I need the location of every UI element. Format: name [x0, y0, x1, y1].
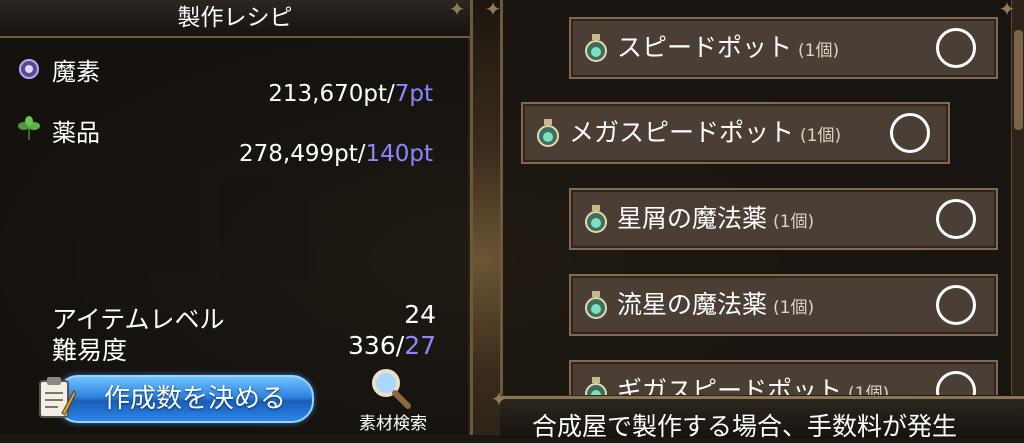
recipe-item[interactable]: ギガスピードポット (1個) — [569, 360, 998, 395]
corner-ornament-icon: ✦ — [448, 0, 466, 21]
message-bar: 合成屋で製作する場合、手数料が発生 — [500, 396, 1024, 441]
item-level-value: 24 — [404, 300, 436, 329]
recipe-name-text: スピードポット — [617, 33, 793, 62]
scroll-thumb[interactable] — [1014, 30, 1023, 130]
recipe-quantity: (1個) — [798, 41, 840, 61]
corner-ornament-icon: ✦ — [998, 0, 1016, 21]
material-search-label: 素材検索 — [359, 414, 427, 434]
recipe-name: メガスピードポット (1個) — [569, 104, 841, 165]
recipe-quantity: (1個) — [773, 212, 815, 232]
craftable-circle-icon — [936, 28, 976, 68]
recipe-quantity: (1個) — [800, 126, 842, 146]
recipe-name: スピードポット (1個) — [617, 19, 839, 80]
resource-value-maso: 213,670pt/7pt — [133, 81, 433, 107]
recipe-quantity: (1個) — [773, 298, 815, 318]
button-background: 作成数を決める — [56, 375, 314, 423]
craftable-circle-icon — [890, 113, 930, 153]
resource-cost: 140pt — [365, 141, 433, 167]
corner-ornament-icon: ✦ — [484, 0, 502, 21]
recipe-name: 星屑の魔法薬 (1個) — [617, 190, 814, 251]
potion-icon — [585, 377, 607, 395]
resource-cost: 7pt — [394, 81, 433, 107]
difficulty-current: 336 — [348, 331, 396, 360]
herb-icon — [18, 116, 40, 140]
corner-ornament-icon: ✦ — [490, 387, 508, 411]
recipe-name: ギガスピードポット (1個) — [617, 362, 889, 395]
difficulty-label: 難易度 — [52, 336, 128, 365]
difficulty-cost: 27 — [404, 331, 436, 360]
potion-icon — [585, 205, 607, 233]
resource-label-maso: 魔素 — [52, 58, 100, 86]
resource-label-yakuhin: 薬品 — [52, 119, 100, 147]
potion-icon — [537, 119, 559, 147]
recipe-list-panel: スピードポット (1個) メガスピードポット (1個) 星屑の魔法薬 (1個) 流星の… — [500, 0, 1020, 395]
recipe-quantity: (1個) — [848, 384, 890, 395]
material-search-button[interactable]: 素材検索 — [348, 366, 438, 434]
recipe-panel: 製作レシピ ✦ 魔素 213,670pt/7pt 薬品 278,499pt/14… — [0, 0, 473, 435]
resource-current: 213,670pt — [268, 81, 387, 107]
potion-icon — [585, 34, 607, 62]
separator: / — [386, 81, 395, 107]
recipe-list-scrollbar[interactable] — [1011, 0, 1024, 395]
recipe-item[interactable]: スピードポット (1個) — [569, 17, 998, 79]
recipe-name-text: 星屑の魔法薬 — [617, 204, 768, 233]
craftable-circle-icon — [936, 285, 976, 325]
recipe-name-text: 流星の魔法薬 — [617, 290, 768, 319]
difficulty-value: 336/27 — [276, 331, 436, 360]
decide-quantity-label: 作成数を決める — [104, 384, 287, 414]
separator: / — [395, 331, 405, 360]
potion-icon — [585, 291, 607, 319]
recipe-item[interactable]: 星屑の魔法薬 (1個) — [569, 188, 998, 250]
resource-current: 278,499pt — [238, 141, 358, 167]
recipe-item[interactable]: メガスピードポット (1個) — [521, 102, 950, 164]
resource-value-yakuhin: 278,499pt/140pt — [133, 141, 433, 167]
magnifier-icon — [372, 369, 411, 409]
recipe-name-text: ギガスピードポット — [617, 376, 843, 395]
panel-title: 製作レシピ — [0, 0, 470, 38]
recipe-name: 流星の魔法薬 (1個) — [617, 276, 814, 337]
magic-orb-icon — [19, 59, 39, 79]
message-text: 合成屋で製作する場合、手数料が発生 — [532, 412, 958, 441]
recipe-name-text: メガスピードポット — [569, 118, 795, 147]
decide-quantity-button[interactable]: 作成数を決める — [36, 371, 314, 423]
craftable-circle-icon — [936, 371, 976, 395]
memo-clipboard-icon — [39, 377, 76, 418]
craftable-circle-icon — [936, 199, 976, 239]
recipe-item[interactable]: 流星の魔法薬 (1個) — [569, 274, 998, 336]
